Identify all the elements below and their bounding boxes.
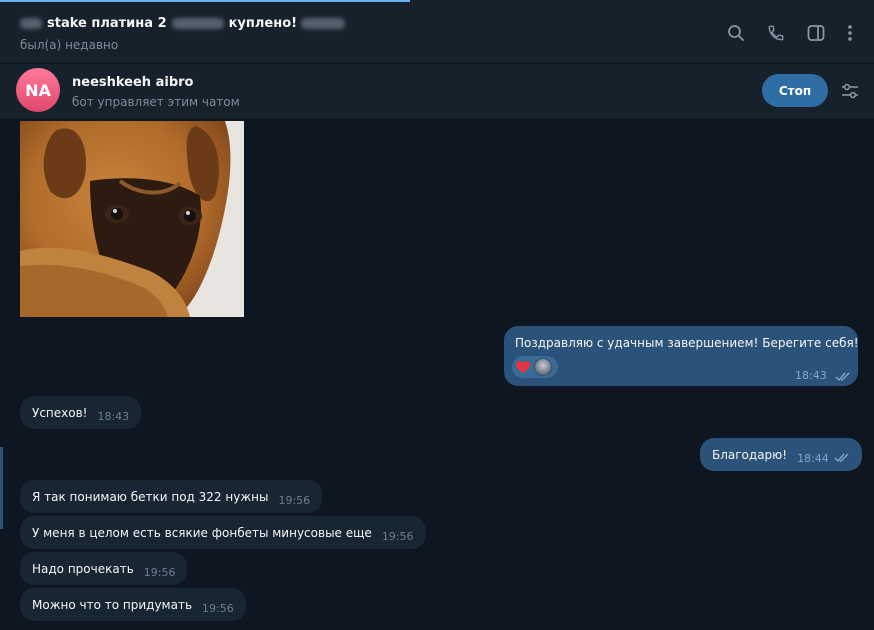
settings-sliders-icon[interactable]	[840, 81, 860, 101]
reaction-avatar	[534, 358, 552, 376]
reaction-badge[interactable]	[512, 356, 558, 378]
message-text: Можно что то придумать	[32, 597, 193, 612]
loading-progress-bar	[0, 0, 410, 2]
message-time: 19:56	[143, 566, 176, 579]
blurred-text	[301, 18, 346, 29]
heart-icon	[516, 361, 530, 373]
chat-status: был(а) недавно	[20, 38, 119, 52]
chat-header: stake платина 2 куплено! был(а) недавно	[0, 0, 874, 64]
message-time: 19:56	[381, 530, 414, 543]
bot-control-bar: NA neeshkeeh aibro бот управляет этим ча…	[0, 64, 874, 120]
blurred-text	[171, 18, 224, 29]
double-check-icon	[834, 452, 850, 466]
message-text: Я так понимаю бетки под 322 нужны	[32, 489, 269, 504]
bot-name: neeshkeeh aibro	[72, 75, 194, 90]
chat-title-part2: куплено!	[228, 16, 298, 31]
message-bubble-incoming[interactable]: У меня в целом есть всякие фонбеты минус…	[20, 516, 426, 549]
message-text: У меня в целом есть всякие фонбеты минус…	[32, 525, 372, 540]
chat-title[interactable]: stake платина 2 куплено!	[20, 16, 346, 31]
message-text: Надо прочекать	[32, 561, 134, 576]
message-time: 19:56	[278, 494, 311, 507]
sidebar-toggle-icon[interactable]	[806, 23, 826, 43]
scroll-indicator	[0, 447, 3, 529]
message-time: 18:43	[795, 369, 827, 382]
more-vertical-icon[interactable]	[840, 23, 860, 43]
chat-title-part1: stake платина 2	[47, 16, 167, 31]
message-time: 18:44	[797, 452, 829, 465]
bot-subtitle: бот управляет этим чатом	[72, 95, 240, 109]
avatar[interactable]: NA	[16, 68, 60, 112]
blurred-text	[20, 18, 42, 29]
phone-icon[interactable]	[766, 23, 786, 43]
message-text: Поздравляю с удачным завершением! Береги…	[515, 336, 859, 350]
message-bubble-incoming[interactable]: Успехов! 18:43	[20, 396, 142, 429]
message-time: 19:56	[202, 602, 234, 615]
message-list[interactable]: Поздравляю с удачным завершением! Береги…	[0, 121, 874, 630]
message-bubble-incoming[interactable]: Можно что то придумать 19:56	[20, 588, 246, 621]
stop-button[interactable]: Стоп	[762, 74, 828, 107]
message-bubble-outgoing[interactable]: Поздравляю с удачным завершением! Береги…	[504, 326, 859, 386]
message-text: Успехов!	[32, 405, 88, 420]
search-icon[interactable]	[726, 23, 746, 43]
message-bubble-outgoing[interactable]: Благодарю! 18:44	[700, 438, 862, 471]
message-bubble-incoming[interactable]: Я так понимаю бетки под 322 нужны 19:56	[20, 480, 323, 513]
message-time: 18:43	[97, 410, 130, 423]
message-bubble-incoming[interactable]: Надо прочекать 19:56	[20, 552, 188, 585]
dog-photo[interactable]	[20, 121, 244, 317]
double-check-icon	[835, 367, 851, 386]
message-text: Благодарю!	[712, 447, 788, 462]
